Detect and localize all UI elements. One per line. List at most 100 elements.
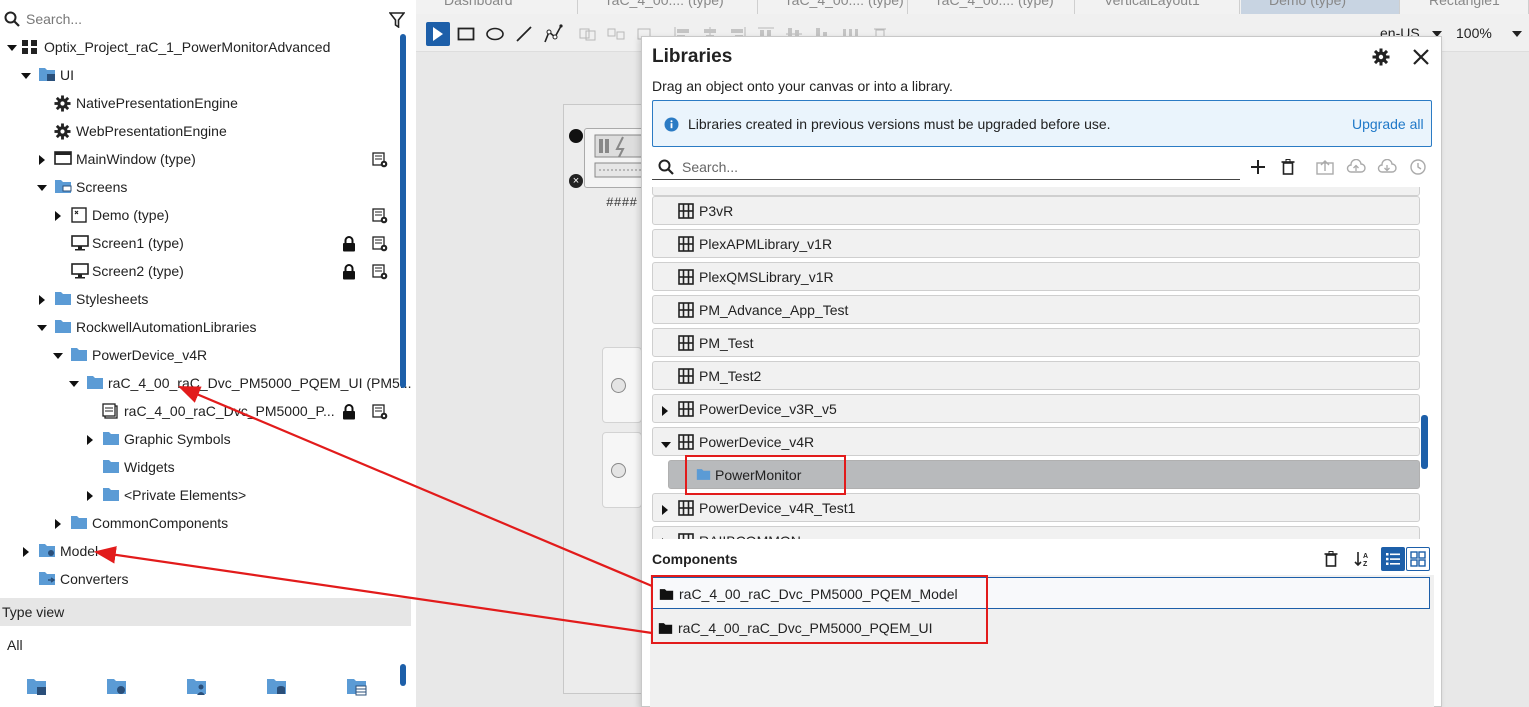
cloud-upload-icon[interactable] — [1346, 157, 1366, 177]
component-item[interactable]: raC_4_00_raC_Dvc_PM5000_PQEM_UI — [652, 612, 1430, 644]
tree-item[interactable]: Stylesheets — [0, 285, 396, 313]
editor-tab[interactable]: Rectangle1 — [1401, 0, 1529, 14]
export-icon[interactable] — [1315, 157, 1335, 177]
tree-item[interactable]: PowerDevice_v4R — [0, 341, 396, 369]
expand-arrow-icon[interactable] — [52, 518, 64, 530]
upgrade-all-link[interactable]: Upgrade all — [1352, 116, 1424, 132]
properties-icon[interactable] — [372, 208, 388, 227]
group-tool-icon[interactable] — [576, 22, 600, 46]
tree-item[interactable]: UI — [0, 61, 396, 89]
collapse-arrow-icon[interactable] — [20, 70, 32, 82]
properties-icon[interactable] — [372, 404, 388, 423]
expand-arrow-icon[interactable] — [84, 434, 96, 446]
library-folder-item[interactable]: PowerMonitor — [668, 460, 1420, 489]
expand-arrow-icon[interactable] — [20, 546, 32, 558]
collapse-arrow-icon[interactable] — [36, 182, 48, 194]
expand-arrow-icon[interactable] — [661, 502, 669, 518]
tree-item[interactable]: Widgets — [0, 453, 396, 481]
library-search-input[interactable] — [682, 157, 1232, 177]
close-icon[interactable] — [1412, 48, 1430, 69]
tree-item[interactable]: Screen1 (type) — [0, 229, 396, 257]
filter-icon[interactable] — [388, 12, 406, 31]
list-view-icon[interactable] — [1381, 547, 1405, 571]
editor-tab[interactable]: VerticalLayout1 — [1076, 0, 1240, 14]
ui-types-icon[interactable] — [26, 676, 48, 699]
tree-item[interactable]: Optix_Project_raC_1_PowerMonitorAdvanced — [0, 33, 396, 61]
expand-arrow-icon[interactable] — [52, 210, 64, 222]
expand-arrow-icon[interactable] — [661, 535, 669, 539]
tree-item[interactable]: Demo (type) — [0, 201, 396, 229]
type-view-filter[interactable]: All — [7, 637, 23, 653]
close-icon[interactable]: × — [569, 174, 583, 188]
editor-tab[interactable]: raC_4_00...: (type) — [579, 0, 758, 14]
tree-item[interactable]: Screen2 (type) — [0, 257, 396, 285]
library-item[interactable]: PM_Test — [652, 328, 1420, 357]
type-view-scrollbar[interactable] — [400, 664, 406, 686]
select-tool-icon[interactable] — [426, 22, 450, 46]
collapse-arrow-icon[interactable] — [68, 378, 80, 390]
editor-tab[interactable]: raC_4_00...: (type) — [759, 0, 908, 14]
tree-item[interactable]: WebPresentationEngine — [0, 117, 396, 145]
type-view-header[interactable]: Type view — [0, 598, 411, 626]
library-item[interactable]: PlexAPMLibrary_v1R — [652, 229, 1420, 258]
library-item[interactable]: PM_Test2 — [652, 361, 1420, 390]
sort-icon[interactable]: AZ — [1350, 547, 1374, 571]
expand-arrow-icon[interactable] — [661, 403, 669, 419]
rectangle-tool-icon[interactable] — [454, 22, 478, 46]
library-item[interactable]: RAIIBCOMMON — [652, 526, 1420, 539]
zoom-select[interactable]: 100% — [1452, 22, 1524, 46]
trash-icon[interactable] — [1319, 547, 1343, 571]
line-tool-icon[interactable] — [512, 22, 536, 46]
tree-item[interactable]: NativePresentationEngine — [0, 89, 396, 117]
anchor-handle[interactable] — [569, 129, 583, 143]
canvas-slot[interactable] — [602, 347, 642, 423]
library-item[interactable]: PowerDevice_v4R_Test1 — [652, 493, 1420, 522]
table-types-icon[interactable] — [346, 676, 368, 699]
library-item[interactable]: PowerDevice_v3R_v5 — [652, 394, 1420, 423]
model-types-icon[interactable] — [106, 676, 128, 699]
library-scrollbar[interactable] — [1421, 415, 1428, 469]
collapse-arrow-icon[interactable] — [36, 322, 48, 334]
editor-tab[interactable]: Demo (type) — [1241, 0, 1400, 14]
tree-scrollbar[interactable] — [400, 34, 406, 388]
library-item[interactable]: PlexQMSLibrary_v1R — [652, 262, 1420, 291]
tree-item[interactable]: <Private Elements> — [0, 481, 396, 509]
add-icon[interactable] — [1248, 157, 1268, 177]
history-icon[interactable] — [1408, 157, 1428, 177]
trash-icon[interactable] — [1278, 157, 1298, 177]
tree-item[interactable]: Converters — [0, 565, 396, 593]
tree-item[interactable]: Screens — [0, 173, 396, 201]
library-item[interactable]: PM_Advance_App_Test — [652, 295, 1420, 324]
data-types-icon[interactable] — [266, 676, 288, 699]
component-item[interactable]: raC_4_00_raC_Dvc_PM5000_PQEM_Model — [652, 577, 1430, 609]
properties-icon[interactable] — [372, 152, 388, 171]
collapse-arrow-icon[interactable] — [661, 436, 671, 452]
tree-item[interactable]: Model — [0, 537, 396, 565]
tree-item[interactable]: CommonComponents — [0, 509, 396, 537]
gear-icon[interactable] — [1372, 48, 1390, 69]
editor-tab[interactable]: raC_4_00...: (type) — [909, 0, 1075, 14]
grid-view-icon[interactable] — [1406, 547, 1430, 571]
user-types-icon[interactable] — [186, 676, 208, 699]
cloud-download-icon[interactable] — [1377, 157, 1397, 177]
tree-item[interactable]: raC_4_00_raC_Dvc_PM5000_PQEM_UI (PM5... — [0, 369, 411, 397]
library-item[interactable]: P3vR — [652, 196, 1420, 225]
polyline-tool-icon[interactable] — [541, 22, 565, 46]
tree-item[interactable]: Graphic Symbols — [0, 425, 396, 453]
collapse-arrow-icon[interactable] — [6, 42, 18, 54]
tree-item[interactable]: raC_4_00_raC_Dvc_PM5000_P... — [0, 397, 396, 425]
editor-tab[interactable]: Dashboard — [416, 0, 578, 14]
expand-arrow-icon[interactable] — [36, 294, 48, 306]
expand-arrow-icon[interactable] — [84, 490, 96, 502]
project-search-input[interactable] — [26, 8, 376, 30]
ellipse-tool-icon[interactable] — [483, 22, 507, 46]
canvas-slot[interactable] — [602, 432, 642, 508]
library-item[interactable]: PowerDevice_v4R — [652, 427, 1420, 456]
library-item-partial[interactable] — [652, 187, 1420, 196]
ungroup-tool-icon[interactable] — [604, 22, 628, 46]
collapse-arrow-icon[interactable] — [52, 350, 64, 362]
properties-icon[interactable] — [372, 264, 388, 283]
tree-item[interactable]: MainWindow (type) — [0, 145, 396, 173]
expand-arrow-icon[interactable] — [36, 154, 48, 166]
properties-icon[interactable] — [372, 236, 388, 255]
